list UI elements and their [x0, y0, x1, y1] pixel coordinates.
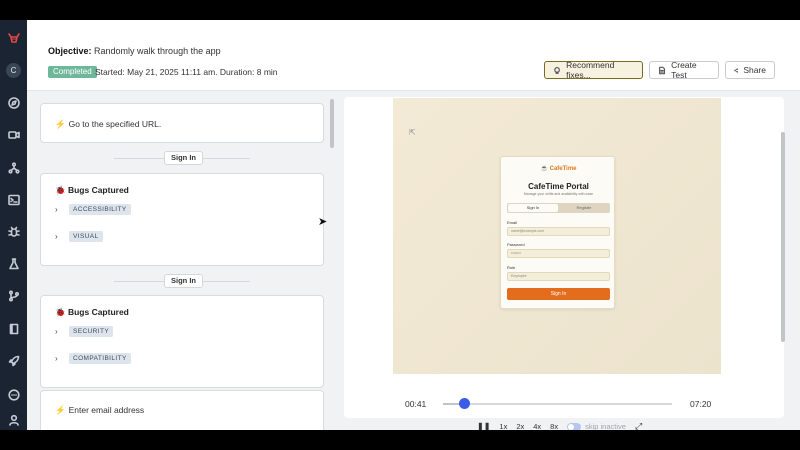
project-avatar[interactable]: C [4, 61, 23, 80]
replay-login-tabs: Sign In Register [507, 203, 610, 213]
replay-password-label: Password [507, 242, 525, 247]
replay-brand: ☕ CafeTime [501, 165, 616, 172]
left-nav-rail: C [0, 20, 27, 430]
speed-1x-button[interactable]: 1x [499, 422, 507, 430]
skip-inactive-toggle[interactable] [567, 422, 582, 430]
create-test-label: Create Test [671, 60, 697, 80]
run-header: Objective: Randomly walk through the app… [27, 20, 800, 91]
progress-remaining [470, 403, 672, 405]
speed-8x-button[interactable]: 8x [550, 422, 558, 430]
git-branch-icon[interactable] [4, 286, 23, 305]
bug-icon[interactable] [4, 222, 23, 241]
step-card-goto-url[interactable]: ⚡ Go to the specified URL. [40, 103, 324, 143]
speed-2x-button[interactable]: 2x [516, 422, 524, 430]
bugs-captured-title-1: 🐞 Bugs Captured [55, 185, 129, 196]
document-icon [659, 66, 666, 74]
step-enter-email-text: Enter email address [68, 405, 145, 415]
objective-line: Objective: Randomly walk through the app [48, 46, 221, 56]
replay-role-select: Employee [507, 272, 610, 281]
chevron-right-icon[interactable]: › [55, 205, 61, 214]
replay-panel: ⇱ ☕ CafeTime CafeTime Portal Manage your… [344, 97, 784, 430]
coffee-cup-icon: ☕ [540, 166, 550, 172]
book-icon[interactable] [4, 319, 23, 338]
bug-tag-accessibility: ACCESSIBILITY [69, 204, 131, 215]
objective-text: Randomly walk through the app [94, 46, 221, 56]
step-enter-email: ⚡ Enter email address [55, 405, 144, 416]
progress-handle[interactable] [459, 398, 470, 409]
chat-icon[interactable] [4, 385, 23, 404]
bugs-captured-card-1: 🐞 Bugs Captured › ACCESSIBILITY › VISUAL [40, 173, 324, 266]
compass-icon[interactable] [4, 93, 23, 112]
recommend-fixes-button[interactable]: Recommend fixes... [544, 60, 643, 80]
step-group-sign-in-1[interactable]: Sign In [164, 151, 203, 165]
bolt-icon: ⚡ [55, 405, 66, 415]
total-time: 07:20 [690, 399, 712, 409]
bug-item-security[interactable]: › SECURITY [55, 326, 114, 337]
step-goto-url: ⚡ Go to the specified URL. [55, 119, 161, 130]
replay-scrollbar[interactable] [781, 132, 785, 342]
replay-email-label: Email [507, 220, 518, 225]
status-badge: Completed [48, 66, 97, 78]
replay-tab-register: Register [576, 205, 592, 210]
video-icon[interactable] [4, 125, 23, 144]
steps-timeline: ⚡ Go to the specified URL. Sign In 🐞 Bugs… [39, 97, 325, 430]
terminal-icon[interactable] [4, 190, 23, 209]
workflow-icon[interactable] [4, 158, 23, 177]
replay-portal-subtitle: Manage your shifts and availability with… [523, 192, 594, 196]
mouse-pointer-icon: ➤ [318, 216, 328, 228]
recommend-fixes-label: Recommend fixes... [566, 60, 615, 80]
bug-item-compatibility[interactable]: › COMPATIBILITY [55, 353, 131, 364]
steps-scrollbar[interactable] [330, 99, 334, 148]
replay-password-field: •••••••• [507, 249, 610, 258]
replay-login-card: ☕ CafeTime CafeTime Portal Manage your s… [500, 156, 615, 309]
bug-item-accessibility[interactable]: › ACCESSIBILITY [55, 204, 131, 215]
run-started-info: Started: May 21, 2025 11:11 am. Duration… [95, 67, 278, 77]
replay-scroll-track [779, 117, 786, 417]
rocket-icon[interactable] [4, 351, 23, 370]
share-icon [734, 67, 739, 73]
bug-tag-compatibility: COMPATIBILITY [69, 353, 131, 364]
bug-item-visual[interactable]: › VISUAL [55, 231, 103, 242]
step-goto-url-text: Go to the specified URL. [68, 119, 162, 129]
speed-4x-button[interactable]: 4x [533, 422, 541, 430]
step-group-sign-in-2[interactable]: Sign In [164, 274, 203, 288]
progress-track[interactable] [443, 398, 672, 409]
current-time: 00:41 [405, 399, 427, 409]
replay-email-field: name@example.com [507, 227, 610, 236]
chevron-right-icon[interactable]: › [55, 232, 61, 241]
step-card-enter-email[interactable]: ⚡ Enter email address [40, 390, 324, 430]
user-icon[interactable] [4, 410, 23, 429]
session-video[interactable]: ⇱ ☕ CafeTime CafeTime Portal Manage your… [393, 98, 721, 374]
replay-tab-signin: Sign In [508, 204, 558, 212]
app-frame: C Objective: Randomly walk through the a… [0, 20, 800, 430]
flask-icon[interactable] [4, 254, 23, 273]
project-avatar-letter: C [6, 63, 21, 78]
chevron-right-icon[interactable]: › [55, 354, 61, 363]
chevron-right-icon[interactable]: › [55, 327, 61, 336]
bolt-icon: ⚡ [55, 119, 66, 129]
fullscreen-icon[interactable]: ⤢ [635, 421, 642, 430]
objective-label: Objective: [48, 46, 92, 56]
bull-logo-icon[interactable] [4, 28, 23, 47]
pause-icon[interactable]: ❚❚ [477, 422, 490, 430]
share-button[interactable]: Share [725, 61, 775, 79]
player-controls: ❚❚ 1x 2x 4x 8x skip inactive ⤢ [477, 421, 642, 430]
bug-emoji-icon: 🐞 [55, 185, 68, 195]
create-test-button[interactable]: Create Test [649, 60, 719, 80]
replay-role-label: Role [507, 265, 516, 270]
bug-emoji-icon: 🐞 [55, 307, 68, 317]
bugs-captured-title-text: Bugs Captured [67, 185, 129, 195]
bugs-captured-card-2: 🐞 Bugs Captured › SECURITY › COMPATIBILI… [40, 295, 324, 388]
lightbulb-icon [554, 66, 560, 74]
bug-tag-visual: VISUAL [69, 231, 103, 242]
skip-inactive-label: skip inactive [585, 422, 626, 430]
share-label: Share [743, 65, 766, 75]
bug-tag-security: SECURITY [69, 326, 114, 337]
replay-signin-button: Sign In [507, 288, 610, 300]
bugs-captured-title-text: Bugs Captured [67, 307, 129, 317]
replay-brand-text: CafeTime [549, 166, 577, 172]
replay-portal-title: CafeTime Portal [528, 182, 589, 191]
bugs-captured-title-2: 🐞 Bugs Captured [55, 307, 129, 318]
replay-cursor-icon: ⇱ [409, 128, 416, 137]
